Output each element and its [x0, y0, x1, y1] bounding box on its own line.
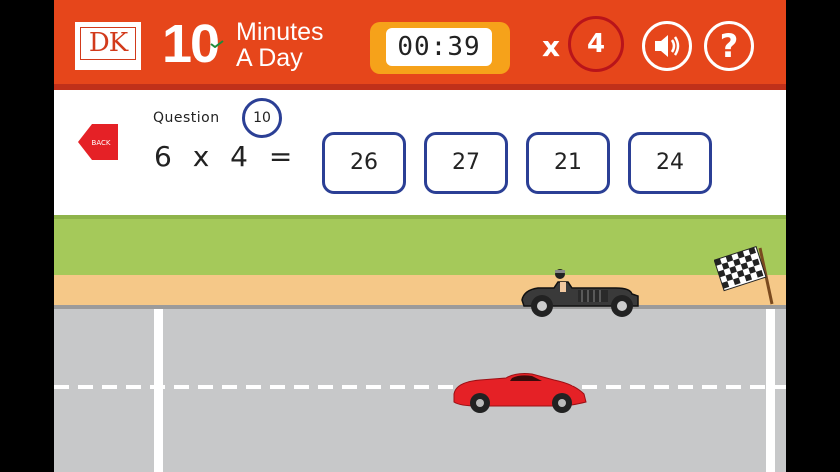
question-panel: BACK Question 10 6 x 4 = 26 27 21 24	[54, 90, 786, 215]
timer-panel: 00:39	[370, 22, 510, 74]
question-number: 10	[242, 98, 282, 138]
dk-logo-text: DK	[88, 28, 128, 58]
dk-logo: DK	[75, 22, 141, 70]
answer-option-4[interactable]: 24	[628, 132, 712, 194]
brand-title: 10 Minutes A Day	[162, 12, 342, 78]
sand-strip	[54, 275, 786, 305]
checkered-flag-icon	[714, 245, 774, 305]
back-label: BACK	[92, 139, 111, 147]
multiplier-symbol: x	[542, 30, 561, 63]
help-button[interactable]: ?	[704, 21, 754, 71]
grass-strip	[54, 215, 786, 275]
check-icon	[210, 40, 224, 48]
speaker-icon	[655, 35, 680, 57]
answer-option-3[interactable]: 21	[526, 132, 610, 194]
header-bar: DK 10 Minutes A Day 00:39 x 4 ?	[54, 0, 786, 90]
game-stage: DK 10 Minutes A Day 00:39 x 4 ? BACK Que…	[54, 0, 786, 472]
brand-line-2: A Day	[236, 44, 303, 72]
opponent-car	[521, 269, 639, 317]
sound-button[interactable]	[642, 21, 692, 71]
answer-option-2[interactable]: 27	[424, 132, 508, 194]
answer-option-1[interactable]: 26	[322, 132, 406, 194]
multiplier-badge: 4	[568, 16, 624, 72]
question-label: Question	[153, 110, 220, 126]
back-button[interactable]: BACK	[76, 122, 120, 162]
grass-edge	[54, 215, 786, 219]
equation-text: 6 x 4 =	[154, 140, 299, 173]
timer-display: 00:39	[386, 28, 492, 66]
player-car	[453, 373, 587, 413]
brand-line-1: Minutes	[236, 18, 324, 46]
lane-divider	[54, 385, 786, 389]
